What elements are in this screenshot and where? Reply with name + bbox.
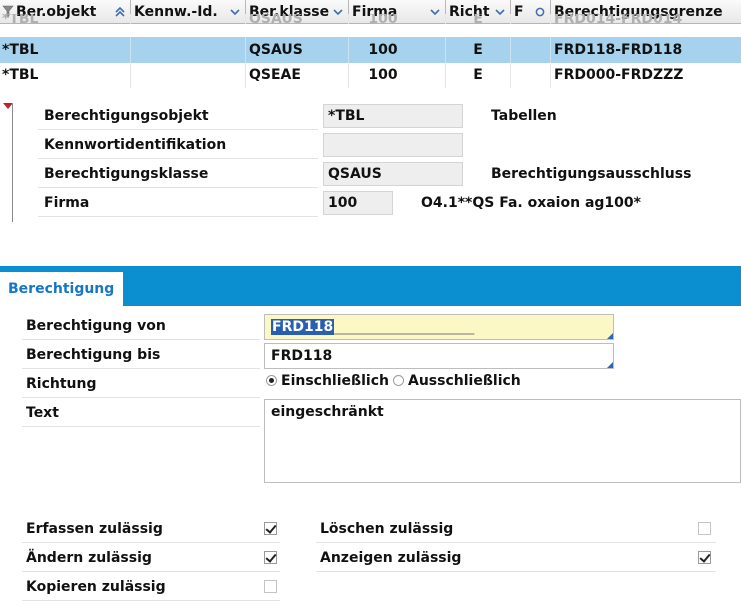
label-text: Text	[22, 399, 260, 427]
berechtigung-von-value: FRD118	[271, 319, 335, 335]
cell-richt: E	[446, 37, 511, 63]
cell-f	[511, 62, 551, 88]
radio-einschliesslich[interactable]: Einschließlich	[266, 371, 389, 391]
label-berechtigungsklasse: Berechtigungsklasse	[38, 160, 318, 188]
erfassen-checkbox[interactable]	[264, 522, 277, 535]
berechtigung-bis-value: FRD118	[271, 348, 333, 364]
value-kennwortidentifikation	[323, 133, 463, 157]
desc-berechtigungsklasse: Berechtigungsausschluss	[491, 166, 692, 182]
label-berechtigung-von: Berechtigung von	[22, 312, 260, 340]
label-firma: Firma	[38, 189, 318, 217]
cell-ber-klasse: QSEAE	[246, 62, 349, 88]
cell-kennw-id	[131, 37, 246, 63]
anzeigen-checkbox[interactable]	[698, 551, 711, 564]
cell-firma: 100	[349, 14, 446, 24]
authorization-grid: Ber.objekt Kennw.-Id. Ber.klasse Firma R…	[0, 0, 741, 88]
value-berechtigungsobjekt: *TBL	[323, 104, 463, 128]
text-textarea[interactable]: eingeschränkt	[264, 399, 741, 483]
cell-f	[511, 37, 551, 63]
detail-divider	[12, 104, 13, 222]
value-firma: 100	[323, 191, 393, 215]
cell-f	[511, 14, 551, 24]
text-value: eingeschränkt	[271, 404, 384, 420]
aendern-checkbox[interactable]	[264, 551, 277, 564]
label-kennwortidentifikation: Kennwortidentifikation	[38, 131, 318, 159]
field-corner-icon	[607, 333, 613, 339]
value-berechtigungsklasse: QSAUS	[323, 162, 463, 186]
loeschen-checkbox[interactable]	[698, 522, 711, 535]
cell-kennw-id	[131, 62, 246, 88]
cell-grenze: FRD014-FRD014	[554, 14, 683, 24]
cell-ber-klasse: QSAUS	[246, 37, 349, 63]
table-row-selected[interactable]: *TBL QSAUS 100 E FRD118-FRD118	[0, 37, 741, 63]
radio-einschliesslich-label: Einschließlich	[281, 373, 389, 389]
cell-grenze: FRD118-FRD118	[554, 42, 683, 58]
label-kopieren-zulaessig: Kopieren zulässig	[22, 573, 280, 601]
cell-richt: E	[446, 62, 511, 88]
table-row[interactable]: *TBL QSAUS 100 E FRD014-FRD014	[0, 14, 741, 24]
radio-ausschliesslich[interactable]: Ausschließlich	[393, 371, 521, 391]
cell-kennw-id	[131, 14, 246, 24]
radio-selected-icon[interactable]	[266, 375, 277, 386]
radio-unselected-icon[interactable]	[393, 375, 404, 386]
tab-bar: Berechtigung	[0, 266, 741, 306]
tab-berechtigung[interactable]: Berechtigung	[0, 272, 123, 306]
cell-firma: 100	[349, 62, 446, 88]
table-row[interactable]: *TBL QSEAE 100 E FRD000-FRDZZZ	[0, 62, 741, 88]
input-fill-underscores: ____________________	[334, 319, 475, 335]
cell-ber-objekt: *TBL	[0, 62, 131, 88]
label-anzeigen-zulaessig: Anzeigen zulässig	[316, 544, 716, 572]
kopieren-checkbox[interactable]	[264, 580, 277, 593]
cell-ber-klasse: QSAUS	[246, 14, 349, 24]
cell-grenze: FRD000-FRDZZZ	[554, 67, 684, 83]
label-richtung: Richtung	[22, 370, 260, 398]
label-erfassen-zulaessig: Erfassen zulässig	[22, 515, 280, 543]
berechtigung-bis-input[interactable]: FRD118	[264, 343, 614, 369]
radio-ausschliesslich-label: Ausschließlich	[408, 373, 521, 389]
cell-richt: E	[446, 14, 511, 24]
detail-panel: Berechtigungsobjekt *TBL Tabellen Kennwo…	[0, 96, 741, 236]
field-corner-icon	[607, 362, 613, 368]
label-berechtigung-bis: Berechtigung bis	[22, 341, 260, 369]
cell-ber-objekt: *TBL	[0, 37, 131, 63]
desc-berechtigungsobjekt: Tabellen	[491, 108, 557, 124]
cell-firma: 100	[349, 37, 446, 63]
desc-firma: O4.1**QS Fa. oxaion ag100*	[421, 195, 641, 211]
label-berechtigungsobjekt: Berechtigungsobjekt	[38, 102, 318, 130]
cell-ber-objekt: *TBL	[0, 14, 131, 24]
label-aendern-zulaessig: Ändern zulässig	[22, 544, 280, 572]
label-loeschen-zulaessig: Löschen zulässig	[316, 515, 716, 543]
berechtigung-von-input[interactable]: FRD118____________________	[264, 314, 614, 340]
